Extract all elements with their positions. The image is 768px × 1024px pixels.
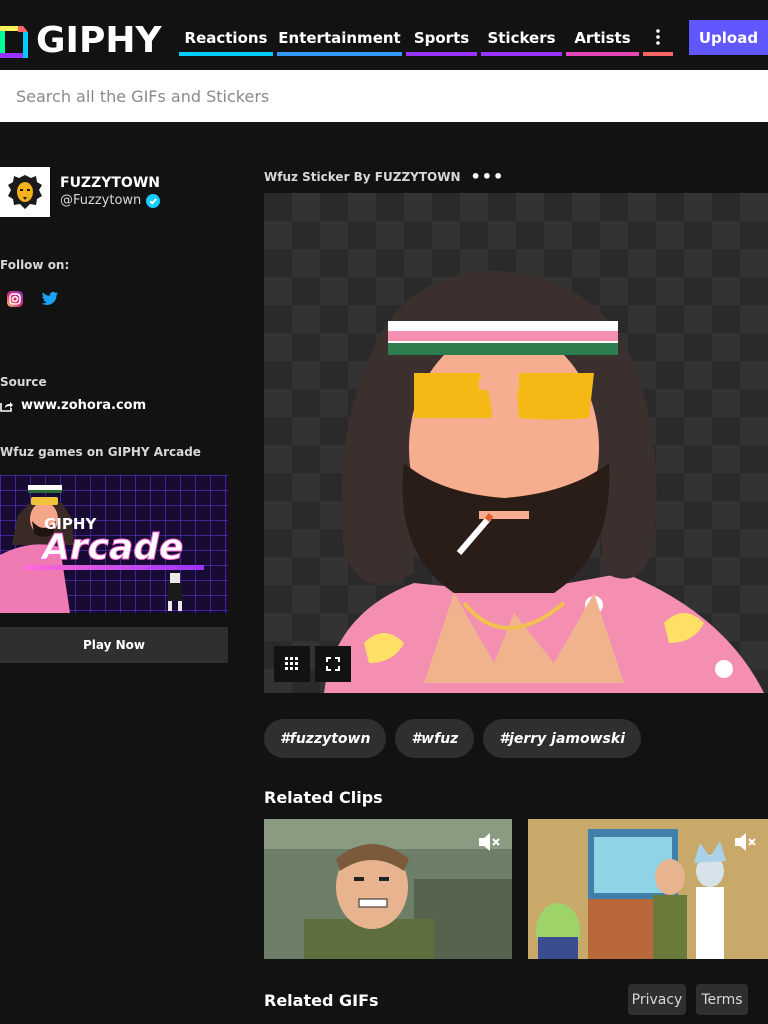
related-gifs-heading: Related GIFs [264, 991, 379, 1010]
giphy-logo[interactable]: GIPHY [0, 19, 162, 61]
arcade-title-text: Arcade [39, 527, 183, 568]
related-clip[interactable] [528, 819, 768, 959]
terms-link[interactable]: Terms [696, 984, 748, 1015]
source-link-text: www.zohora.com [21, 398, 147, 413]
giphy-logo-icon [0, 22, 30, 58]
gif-title: Wfuz Sticker By FUZZYTOWN ••• [264, 167, 504, 186]
gif-title-text: Wfuz Sticker By FUZZYTOWN [264, 169, 461, 184]
fullscreen-button[interactable] [315, 646, 351, 682]
twitter-icon[interactable] [41, 290, 59, 308]
more-vertical-icon [656, 29, 660, 45]
verified-badge-icon [146, 193, 161, 208]
play-now-button[interactable]: Play Now [0, 627, 228, 663]
related-clip[interactable] [264, 819, 512, 959]
nav-label: Artists [574, 29, 631, 47]
nav-label: Reactions [184, 29, 268, 47]
nav-more-button[interactable] [643, 20, 673, 56]
nav-underline [481, 52, 562, 56]
main-nav: Reactions Entertainment Sports Stickers … [179, 20, 677, 56]
privacy-link[interactable]: Privacy [628, 984, 686, 1015]
grid-icon [285, 657, 298, 670]
fullscreen-icon [326, 657, 340, 671]
external-link-icon [0, 401, 13, 412]
handle-text: @Fuzzytown [60, 193, 142, 208]
follow-on-label: Follow on: [0, 258, 70, 272]
channel-name[interactable]: FUZZYTOWN [60, 175, 160, 191]
nav-item-sports[interactable]: Sports [406, 20, 477, 56]
mute-icon[interactable] [476, 829, 502, 855]
sticker-display[interactable] [264, 193, 768, 693]
nav-underline [643, 52, 673, 56]
channel-handle[interactable]: @Fuzzytown [60, 193, 161, 208]
more-options-button[interactable]: ••• [471, 167, 505, 186]
tag-chip[interactable]: #wfuz [395, 719, 475, 758]
sticker-illustration [324, 271, 764, 693]
tag-chip[interactable]: #jerry jamowski [483, 719, 641, 758]
search-input[interactable] [0, 70, 768, 122]
nav-underline [406, 52, 477, 56]
instagram-icon[interactable] [6, 290, 24, 308]
grid-view-button[interactable] [274, 646, 310, 682]
lion-avatar-icon [0, 167, 50, 217]
source-link[interactable]: www.zohora.com [0, 398, 146, 413]
mute-icon[interactable] [732, 829, 758, 855]
nav-label: Stickers [487, 29, 556, 47]
tag-chip[interactable]: #fuzzytown [264, 719, 387, 758]
nav-item-entertainment[interactable]: Entertainment [277, 20, 402, 56]
nav-label: Sports [413, 29, 470, 47]
related-clips-heading: Related Clips [264, 788, 383, 807]
arcade-banner-art: GIPHY Arcade [0, 475, 228, 613]
nav-item-reactions[interactable]: Reactions [179, 20, 273, 56]
arcade-label: Wfuz games on GIPHY Arcade [0, 445, 201, 459]
nav-underline [566, 52, 639, 56]
header: GIPHY Reactions Entertainment Sports Sti… [0, 0, 768, 70]
logo-text: GIPHY [36, 19, 162, 61]
nav-item-stickers[interactable]: Stickers [481, 20, 562, 56]
upload-button[interactable]: Upload [689, 20, 768, 55]
clip-thumbnail [264, 819, 512, 959]
tag-list: #fuzzytown #wfuz #jerry jamowski [264, 719, 650, 758]
source-label: Source [0, 375, 47, 389]
nav-item-artists[interactable]: Artists [566, 20, 639, 56]
nav-underline [179, 52, 273, 56]
nav-label: Entertainment [278, 29, 401, 47]
arcade-banner[interactable]: GIPHY Arcade [0, 475, 228, 613]
channel-avatar[interactable] [0, 167, 50, 217]
nav-underline [277, 52, 402, 56]
search-bar [0, 70, 768, 122]
